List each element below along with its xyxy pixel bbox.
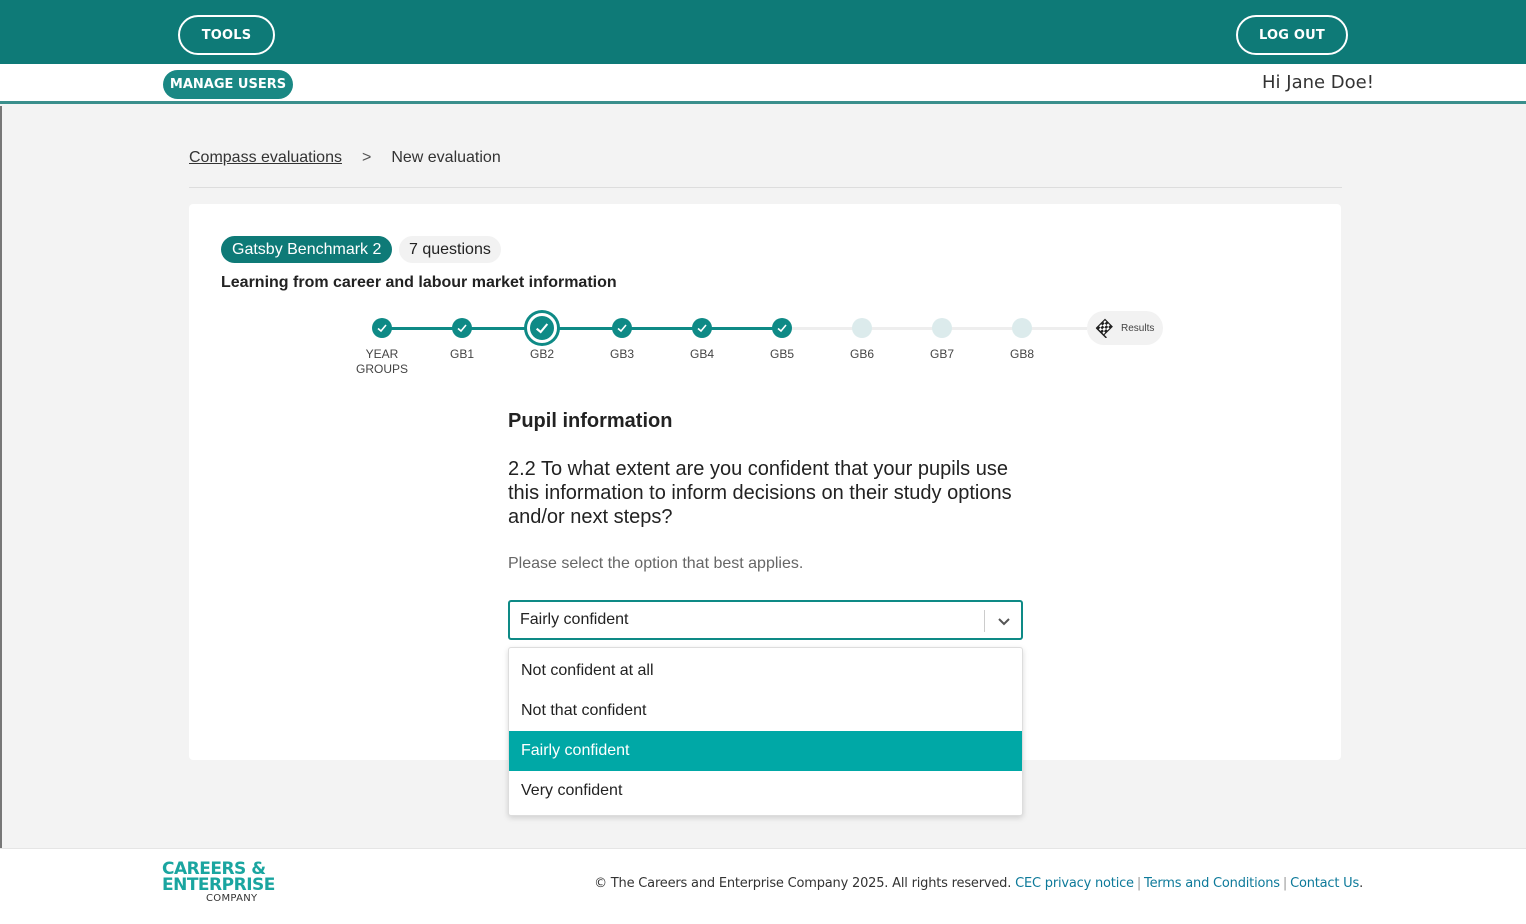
progress-stepper: Results YEAR GROUPS GB1 GB2 GB3 GB4 GB5 GB6 GB7 G… — [189, 204, 1341, 404]
step-label-line: GB7 — [929, 347, 954, 361]
stepper-step-label: YEAR GROUPS — [342, 347, 422, 377]
question-hint: Please select the option that best appli… — [508, 555, 804, 572]
dropdown-option[interactable]: Not confident at all — [509, 651, 1022, 691]
stepper-step-gb4[interactable] — [692, 318, 712, 338]
logo-line-3: COMPANY — [206, 893, 258, 904]
step-label-line: GB1 — [449, 347, 474, 361]
step-label-line: GB3 — [609, 347, 634, 361]
stepper-step-gb6[interactable] — [852, 318, 872, 338]
cec-logo[interactable]: CAREERS & ENTERPRISE COMPANY — [162, 859, 275, 905]
privacy-notice-link[interactable]: CEC privacy notice — [1015, 876, 1134, 891]
step-label-line: YEAR — [365, 347, 399, 361]
stepper-step-year-groups[interactable] — [372, 318, 392, 338]
manage-users-button[interactable]: MANAGE USERS — [163, 70, 293, 99]
dropdown-option[interactable]: Not that confident — [509, 691, 1022, 731]
sub-header-bar: MANAGE USERS Hi Jane Doe! — [0, 64, 1526, 104]
footer-copyright: © The Careers and Enterprise Company 202… — [594, 876, 1363, 891]
step-label-line: GB4 — [689, 347, 714, 361]
chevron-down-icon[interactable] — [995, 612, 1013, 630]
breadcrumb: Compass evaluations > New evaluation — [189, 149, 501, 167]
stepper-step-label: GB1 — [422, 347, 502, 362]
step-label-line: GB2 — [529, 347, 554, 361]
check-icon — [697, 324, 707, 333]
step-label-line: GB8 — [1009, 347, 1034, 361]
user-greeting: Hi Jane Doe! — [1262, 72, 1374, 93]
question-text: 2.2 To what extent are you confident tha… — [508, 458, 1012, 528]
stepper-step-gb1[interactable] — [452, 318, 472, 338]
stepper-connector — [942, 327, 1022, 330]
finish-flag-icon — [1095, 318, 1113, 338]
dropdown-option[interactable]: Very confident — [509, 771, 1022, 811]
stepper-step-gb3[interactable] — [612, 318, 632, 338]
stepper-step-label: GB5 — [742, 347, 822, 362]
logout-button[interactable]: LOG OUT — [1236, 15, 1348, 55]
breadcrumb-link-compass-evaluations[interactable]: Compass evaluations — [189, 149, 342, 167]
check-icon — [377, 324, 387, 333]
stepper-connector — [702, 327, 782, 330]
footer-separator: | — [1136, 876, 1142, 891]
dropdown-option[interactable]: Fairly confident — [509, 731, 1022, 771]
confidence-dropdown-menu: Not confident at all Not that confident Fa… — [508, 647, 1023, 816]
step-label-line: GROUPS — [355, 362, 408, 376]
stepper-step-label: GB7 — [902, 347, 982, 362]
breadcrumb-separator: > — [361, 149, 372, 166]
stepper-step-gb5[interactable] — [772, 318, 792, 338]
copyright-text: © The Careers and Enterprise Company 202… — [594, 876, 1012, 891]
stepper-step-label: GB6 — [822, 347, 902, 362]
stepper-connector — [862, 327, 942, 330]
step-label-line: GB6 — [849, 347, 874, 361]
contact-us-link[interactable]: Contact Us — [1290, 876, 1359, 891]
check-icon — [777, 324, 787, 333]
stepper-step-label: GB4 — [662, 347, 742, 362]
stepper-step-gb8[interactable] — [1012, 318, 1032, 338]
stepper-connector — [382, 327, 462, 330]
results-step[interactable]: Results — [1087, 311, 1163, 345]
check-icon — [457, 324, 467, 333]
breadcrumb-current: New evaluation — [391, 149, 501, 166]
logo-line-2: ENTERPRISE — [162, 875, 275, 895]
section-title: Pupil information — [508, 410, 673, 432]
confidence-select[interactable]: Fairly confident — [508, 600, 1023, 640]
stepper-connector — [782, 327, 862, 330]
footer-end-punct: . — [1359, 876, 1363, 891]
step-label-line: GB5 — [769, 347, 794, 361]
select-separator — [984, 610, 985, 632]
footer-separator: | — [1282, 876, 1288, 891]
stepper-step-gb2[interactable] — [527, 313, 557, 343]
check-icon — [617, 324, 627, 333]
stepper-step-label: GB8 — [982, 347, 1062, 362]
select-current-value: Fairly confident — [520, 611, 629, 628]
terms-link[interactable]: Terms and Conditions — [1144, 876, 1280, 891]
check-icon — [535, 323, 549, 334]
top-header-bar: TOOLS LOG OUT — [0, 0, 1526, 64]
tools-button[interactable]: TOOLS — [178, 15, 275, 55]
footer: CAREERS & ENTERPRISE COMPANY © The Caree… — [0, 848, 1526, 924]
breadcrumb-divider — [189, 187, 1342, 188]
results-label: Results — [1121, 322, 1155, 334]
page-left-border — [0, 106, 2, 848]
stepper-step-gb7[interactable] — [932, 318, 952, 338]
stepper-connector — [622, 327, 702, 330]
stepper-step-label: GB3 — [582, 347, 662, 362]
stepper-step-label: GB2 — [502, 347, 582, 362]
